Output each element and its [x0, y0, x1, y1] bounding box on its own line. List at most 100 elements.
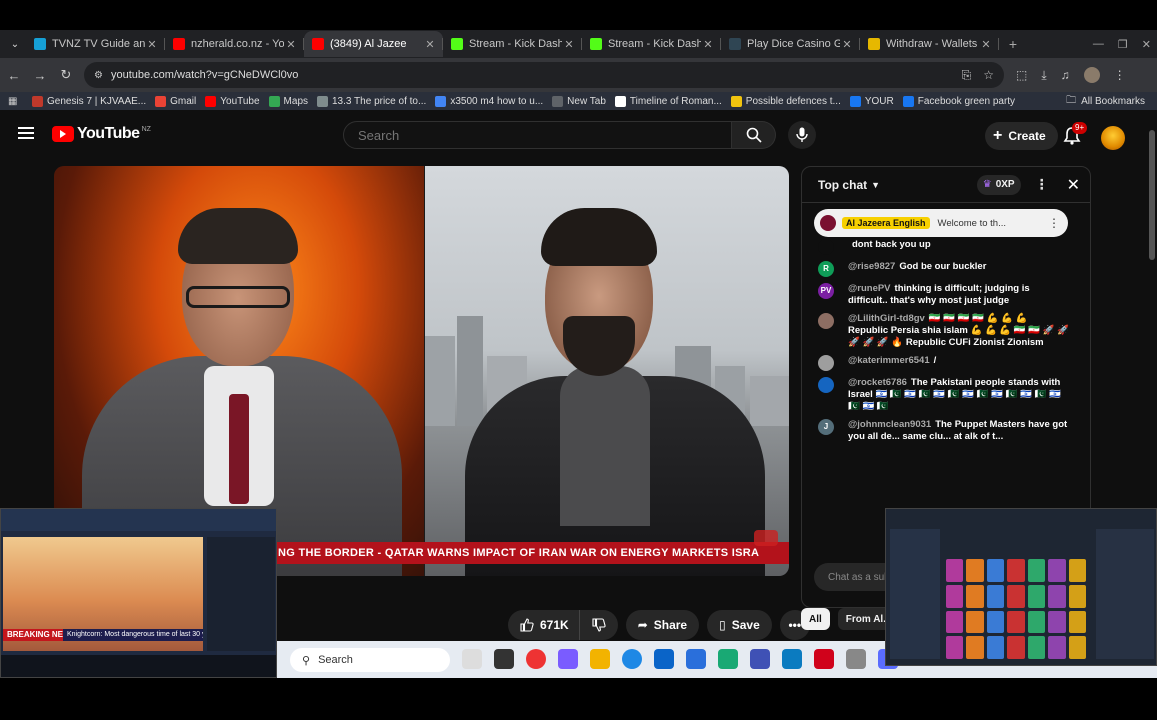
edge-icon[interactable]: [622, 649, 642, 669]
bookmark-item[interactable]: x3500 m4 how to u...: [435, 95, 543, 107]
app-icon-4[interactable]: [814, 649, 834, 669]
pip-window-casino[interactable]: [885, 508, 1157, 666]
close-chat-icon[interactable]: ✕: [1067, 175, 1080, 195]
apps-grid-icon[interactable]: ▦: [8, 96, 22, 107]
chat-author-name[interactable]: @johnmclean9031: [848, 419, 931, 430]
restore-icon[interactable]: ❐: [1118, 38, 1128, 51]
chat-mode-selector[interactable]: Top chat: [818, 178, 867, 192]
chat-message[interactable]: @LilithGirl-td8gv 🇮🇷 🇮🇷 🇮🇷 🇮🇷 💪 💪 💪 Repub…: [818, 313, 1070, 349]
search-input[interactable]: [343, 121, 732, 149]
bookmark-item[interactable]: Possible defences t...: [730, 95, 841, 107]
chat-author-name[interactable]: @katerimmer6541: [848, 355, 930, 366]
terminal-icon[interactable]: [494, 649, 514, 669]
chat-author-name[interactable]: @runePV: [848, 283, 891, 294]
taskbar-search[interactable]: ⚲ Search: [290, 648, 450, 672]
bookmark-item[interactable]: Maps: [268, 95, 308, 107]
address-url[interactable]: youtube.com/watch?v=gCNeDWCl0vo: [111, 69, 962, 81]
bookmark-item[interactable]: 13.3 The price of to...: [317, 95, 426, 107]
reload-icon[interactable]: ↻: [54, 67, 78, 83]
voice-search-button[interactable]: [788, 121, 816, 149]
chevron-down-icon[interactable]: ▼: [871, 180, 880, 190]
browser-tab[interactable]: TVNZ TV Guide and Fr✕: [26, 31, 165, 57]
chat-author-name[interactable]: @rise9827: [848, 261, 895, 272]
bookmark-label: YouTube: [220, 95, 260, 107]
pip-window-news[interactable]: BREAKING NEWS Knightcorn: Most dangerous…: [0, 508, 277, 678]
downloads-icon[interactable]: ⤓: [1041, 68, 1046, 83]
chat-menu-icon[interactable]: ⋮: [1035, 176, 1049, 193]
youtube-logo[interactable]: YouTube NZ: [52, 125, 151, 143]
browser-tab[interactable]: Stream - Kick Dashbo✕: [443, 31, 582, 57]
close-tab-icon[interactable]: ✕: [979, 38, 993, 51]
chat-message[interactable]: PV @runePV thinking is difficult; judging …: [818, 283, 1070, 307]
bookmark-item[interactable]: YouTube: [205, 95, 260, 107]
bookmark-item[interactable]: Genesis 7 | KJVAAE...: [32, 95, 146, 107]
browser-tab[interactable]: (3849) Al Jazee ✕: [304, 31, 443, 57]
chat-message[interactable]: J @johnmclean9031 The Puppet Masters have …: [818, 419, 1070, 443]
address-bar[interactable]: ⚙ youtube.com/watch?v=gCNeDWCl0vo ⎘ ☆: [84, 62, 1004, 88]
pip-sidepanel: [207, 537, 275, 651]
guide-menu-icon[interactable]: [18, 127, 34, 139]
dislike-button[interactable]: [578, 610, 618, 640]
profile-avatar[interactable]: [1083, 67, 1100, 83]
share-button[interactable]: ➦ Share: [625, 610, 700, 640]
close-tab-icon[interactable]: ✕: [423, 38, 437, 51]
back-icon[interactable]: ←: [2, 68, 26, 83]
browser-tab[interactable]: Play Dice Casino Gam✕: [721, 31, 860, 57]
outlook-icon[interactable]: [654, 649, 674, 669]
chat-message[interactable]: @rocket6786 The Pakistani people stands w…: [818, 377, 1070, 413]
chat-message[interactable]: @katerimmer6541/: [818, 355, 1070, 371]
like-button[interactable]: 671K: [508, 610, 579, 640]
save-button[interactable]: ▯ Save: [707, 610, 772, 640]
close-tab-icon[interactable]: ✕: [701, 38, 715, 51]
bookmark-item[interactable]: New Tab: [552, 95, 606, 107]
minimize-icon[interactable]: —: [1093, 38, 1104, 50]
bookmark-item[interactable]: Gmail: [155, 95, 196, 107]
settings-icon[interactable]: [846, 649, 866, 669]
extensions-icon[interactable]: ⬚: [1016, 68, 1027, 82]
account-avatar[interactable]: [1101, 126, 1125, 150]
search-button[interactable]: [732, 121, 776, 149]
app-icon[interactable]: [718, 649, 738, 669]
app-icon-2[interactable]: [750, 649, 770, 669]
close-tab-icon[interactable]: ✕: [284, 38, 298, 51]
site-info-icon[interactable]: ⚙: [94, 70, 103, 81]
browser-tab[interactable]: nzherald.co.nz - YouTu✕: [165, 31, 304, 57]
bookmark-item[interactable]: Timeline of Roman...: [614, 95, 722, 107]
close-tab-icon[interactable]: ✕: [562, 38, 576, 51]
chat-author-name[interactable]: @LilithGirl-td8gv: [848, 313, 925, 324]
bookmark-item[interactable]: YOUR: [849, 95, 894, 107]
browser-tab[interactable]: Withdraw - Wallets - ✕: [860, 31, 999, 57]
media-icon[interactable]: ♫: [1061, 68, 1070, 82]
pinned-menu-icon[interactable]: ⋮: [1048, 216, 1060, 230]
close-tab-icon[interactable]: ✕: [145, 38, 159, 51]
all-bookmarks-label: All Bookmarks: [1081, 95, 1145, 107]
tabs: TVNZ TV Guide and Fr✕nzherald.co.nz - Yo…: [26, 31, 999, 57]
create-button[interactable]: + Create: [985, 122, 1058, 150]
install-app-icon[interactable]: ⎘: [962, 68, 972, 83]
chat-filter-chip[interactable]: All: [801, 608, 830, 630]
bookmark-item[interactable]: Facebook green party: [902, 95, 1015, 107]
all-bookmarks-button[interactable]: 🗀 All Bookmarks: [1066, 93, 1145, 110]
new-tab-button[interactable]: +: [1003, 34, 1023, 54]
close-tab-icon[interactable]: ✕: [840, 38, 854, 51]
tab-search-button[interactable]: ⌄: [4, 33, 26, 55]
chat-author-name[interactable]: @rocket6786: [848, 377, 907, 388]
file-explorer-icon[interactable]: [590, 649, 610, 669]
chat-message[interactable]: dont back you up: [818, 239, 1070, 255]
bookmark-star-icon[interactable]: ☆: [983, 68, 994, 83]
browser-menu-icon[interactable]: ⋮: [1114, 68, 1126, 82]
forward-icon[interactable]: →: [28, 68, 52, 83]
close-window-icon[interactable]: ✕: [1142, 38, 1151, 51]
pinned-message[interactable]: Al Jazeera English Welcome to th... ⋮: [814, 209, 1068, 237]
copilot-icon[interactable]: [558, 649, 578, 669]
store-icon[interactable]: [686, 649, 706, 669]
app-icon-3[interactable]: [782, 649, 802, 669]
task-view-icon[interactable]: [462, 649, 482, 669]
chat-message[interactable]: R @rise9827 God be our buckler: [818, 261, 1070, 277]
youtube-play-icon: [52, 126, 74, 142]
page-scrollbar[interactable]: [1149, 130, 1155, 260]
xp-badge[interactable]: ♛ 0XP: [976, 174, 1021, 195]
browser-tab[interactable]: Stream - Kick Dashbo✕: [582, 31, 721, 57]
bookmarks-bar: ▦ Genesis 7 | KJVAAE... Gmail YouTube Maps 1…: [0, 92, 1157, 110]
chrome-icon[interactable]: [526, 649, 546, 669]
